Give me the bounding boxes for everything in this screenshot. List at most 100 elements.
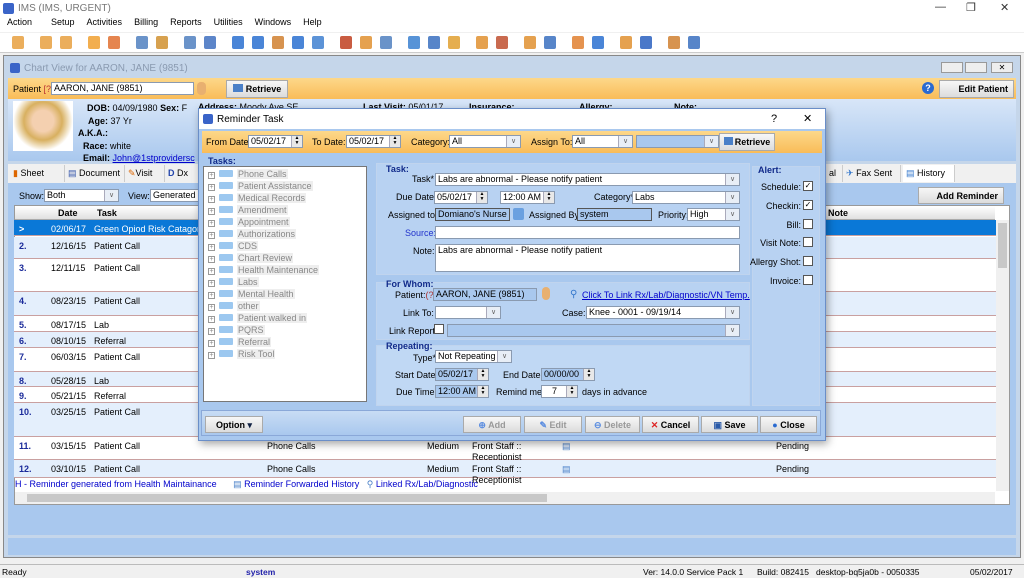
tab-document[interactable]: ▤ Document [65,165,125,182]
maximize-button[interactable]: ❐ [966,1,976,14]
toolbar-button-icon[interactable] [688,36,700,49]
link-to-select[interactable]: ∨ [435,306,501,319]
menu-action[interactable]: Action [7,17,32,32]
tree-node[interactable]: + Risk Tool [204,348,366,360]
case-select[interactable]: Knee - 0001 - 09/19/14 ∨ [586,306,740,319]
toolbar-button-icon[interactable] [640,36,652,49]
toolbar-button-icon[interactable] [572,36,584,49]
expand-icon[interactable]: + [208,316,215,323]
tree-node[interactable]: + Labs [204,276,366,288]
tree-node[interactable]: + Authorizations [204,228,366,240]
link-report-checkbox[interactable] [434,324,444,334]
patient-icon[interactable] [542,287,550,300]
assign-to-select[interactable]: All ∨ [572,135,633,148]
tab-history[interactable]: ▤ History [903,165,955,182]
chart-minimize-button[interactable] [941,62,963,73]
tree-node[interactable]: + Chart Review [204,252,366,264]
note-textarea[interactable]: Labs are abnormal - Please notify patien… [435,244,740,272]
due-time-input[interactable]: 12:00 AM ▲ ▼ [500,191,555,204]
chart-close-button[interactable]: ✕ [991,62,1013,73]
repeat-due-time-input[interactable]: 12:00 AM ▲ ▼ [435,385,489,398]
expand-icon[interactable]: + [208,220,215,227]
tree-node[interactable]: + CDS [204,240,366,252]
expand-icon[interactable]: + [208,268,215,275]
assign-to-user-select[interactable]: ∨ [636,135,719,148]
toolbar-button-icon[interactable] [496,36,508,49]
expand-icon[interactable]: + [208,340,215,347]
priority-select[interactable]: High ∨ [687,208,740,221]
remind-days-input[interactable]: 7 ▲ ▼ [541,385,578,398]
alert-checkbox[interactable] [803,275,813,285]
assign-user-icon[interactable] [513,208,524,220]
toolbar-button-icon[interactable] [12,36,24,49]
toolbar-button-icon[interactable] [204,36,216,49]
email-link[interactable]: John@1stprovidersc [113,153,195,163]
menu-activities[interactable]: Activities [87,17,123,32]
toolbar-button-icon[interactable] [476,36,488,49]
link-report-select[interactable]: ∨ [447,324,740,337]
source-link[interactable]: Source: [405,228,436,238]
close-button[interactable]: ✕ [1000,1,1009,14]
col-note[interactable]: Note [828,208,848,218]
menu-reports[interactable]: Reports [170,17,202,32]
horizontal-scrollbar[interactable] [15,492,995,504]
forward-history-icon[interactable]: ▤ [562,441,571,452]
task-category-tree[interactable]: + Phone Calls + Patient Assistance + Medical … [203,166,367,402]
toolbar-button-icon[interactable] [136,36,148,49]
menu-utilities[interactable]: Utilities [214,17,243,32]
dialog-help-button[interactable]: ? [771,113,777,125]
menu-billing[interactable]: Billing [134,17,158,32]
close-dialog-button[interactable]: ● Close [760,416,817,433]
expand-icon[interactable]: + [208,256,215,263]
toolbar-button-icon[interactable] [40,36,52,49]
toolbar-button-icon[interactable] [428,36,440,49]
expand-icon[interactable]: + [208,232,215,239]
toolbar-button-icon[interactable] [340,36,352,49]
category-select[interactable]: Labs ∨ [632,191,740,204]
patient-lookup-icon[interactable] [197,82,206,95]
dialog-retrieve-button[interactable]: Retrieve [719,133,775,151]
toolbar-button-icon[interactable] [620,36,632,49]
minimize-button[interactable]: — [935,1,946,13]
start-date-input[interactable]: 05/02/17 ▲ ▼ [435,368,489,381]
toolbar-button-icon[interactable] [88,36,100,49]
toolbar-button-icon[interactable] [156,36,168,49]
toolbar-button-icon[interactable] [292,36,304,49]
toolbar-button-icon[interactable] [544,36,556,49]
tab-fax-sent[interactable]: ✈ Fax Sent [843,165,901,182]
tab-partial[interactable]: al [826,165,843,182]
from-date-input[interactable]: 05/02/17 ▲ ▼ [248,135,303,148]
expand-icon[interactable]: + [208,280,215,287]
tree-node[interactable]: + Health Maintenance [204,264,366,276]
expand-icon[interactable]: + [208,196,215,203]
toolbar-button-icon[interactable] [448,36,460,49]
vertical-scrollbar[interactable] [996,220,1009,491]
toolbar-button-icon[interactable] [408,36,420,49]
delete-button[interactable]: ⊖ Delete [585,416,640,433]
tree-node[interactable]: + Patient walked in [204,312,366,324]
toolbar-button-icon[interactable] [272,36,284,49]
edit-button[interactable]: ✎ Edit [524,416,582,433]
retrieve-button[interactable]: Retrieve [226,80,288,98]
dialog-close-button[interactable]: ✕ [803,112,812,125]
menu-setup[interactable]: Setup [51,17,75,32]
alert-checkbox[interactable] [803,218,813,229]
alert-checkbox[interactable]: ✓ [803,181,813,191]
help-icon[interactable]: ? [922,82,934,94]
toolbar-button-icon[interactable] [252,36,264,49]
tree-node[interactable]: + Appointment [204,216,366,228]
expand-icon[interactable]: + [208,208,215,215]
add-reminder-button[interactable]: Add Reminder [918,187,1004,204]
expand-icon[interactable]: + [208,304,215,311]
table-row[interactable]: 12. 03/10/15 Patient Call Phone Calls Medium… [14,460,996,485]
toolbar-button-icon[interactable] [360,36,372,49]
tree-node[interactable]: + Amendment [204,204,366,216]
toolbar-button-icon[interactable] [592,36,604,49]
toolbar-button-icon[interactable] [312,36,324,49]
menu-help[interactable]: Help [303,17,322,32]
tree-node[interactable]: + Patient Assistance [204,180,366,192]
expand-icon[interactable]: + [208,328,215,335]
to-date-input[interactable]: 05/02/17 ▲ ▼ [346,135,401,148]
link-rx-lab-link[interactable]: Click To Link Rx/Lab/Diagnostic/VN Temp. [582,290,750,300]
view-select[interactable]: Generated T [150,189,200,202]
